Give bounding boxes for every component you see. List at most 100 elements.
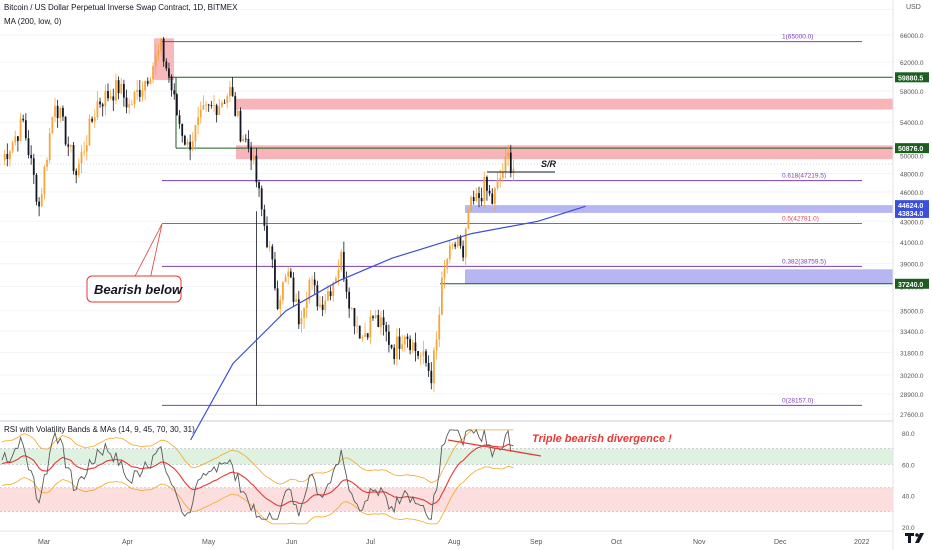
candle-body <box>279 300 282 309</box>
candle-body <box>276 288 279 309</box>
candle-body <box>194 124 197 142</box>
price-tick-label: 39000.0 <box>900 262 924 269</box>
candle-body <box>213 105 215 107</box>
time-tick-label: Jun <box>286 539 297 546</box>
candle-body <box>117 80 120 94</box>
candle-body <box>406 336 409 340</box>
candle-body <box>252 155 255 161</box>
candle-body <box>255 155 258 183</box>
candle-body <box>350 308 353 309</box>
tradingview-logo-icon <box>905 533 924 543</box>
candle-body <box>319 304 321 307</box>
candle-body <box>162 38 165 62</box>
candle-body <box>364 333 366 337</box>
candle-body <box>409 339 411 351</box>
candle-body <box>467 210 470 229</box>
price-tick-label: 62000.0 <box>900 60 924 67</box>
candle-body <box>183 135 186 145</box>
candle-body <box>43 166 46 195</box>
candle-body <box>229 87 231 97</box>
candle-body <box>287 271 290 277</box>
candle-body <box>215 105 218 115</box>
candle-body <box>454 244 457 247</box>
candle-body <box>96 101 99 118</box>
main-grid <box>0 8 893 422</box>
chart-canvas: 1(65000.0) 0.618(47219.5) 0.5(42781.0) 0.38… <box>0 0 929 550</box>
candle-body <box>199 109 202 118</box>
candle-body <box>494 188 496 204</box>
candle-body <box>223 102 226 104</box>
candle-body <box>382 317 385 326</box>
candle-body <box>130 104 133 105</box>
candle-body <box>443 268 446 278</box>
time-tick-label: Apr <box>122 539 134 546</box>
rsi-tick-label: 80.0 <box>902 431 915 438</box>
price-tick-label: 31800.0 <box>900 350 924 357</box>
candle-body <box>353 308 356 327</box>
candle-body <box>234 95 237 116</box>
candle-body <box>414 342 417 352</box>
rsi-title: RSI with Volatility Bands & MAs (14, 9, … <box>4 425 195 434</box>
time-tick-label: Nov <box>693 539 706 546</box>
support-zone <box>465 205 893 213</box>
price-tick-label: 50000.0 <box>900 154 924 161</box>
candle-body <box>22 118 25 121</box>
candle-body <box>274 259 276 289</box>
candle-body <box>128 104 131 108</box>
candle-body <box>123 83 125 98</box>
candle-body <box>504 156 507 173</box>
candle-body <box>366 333 369 338</box>
candle-body <box>91 118 93 122</box>
candle-body <box>345 279 348 292</box>
candle-body <box>369 316 372 338</box>
price-tick-label: 46000.0 <box>900 190 924 197</box>
price-tick-label: 30200.0 <box>900 373 924 380</box>
candle-body <box>340 251 343 270</box>
price-tick-label: 43000.0 <box>900 219 924 226</box>
candle-body <box>260 188 263 210</box>
candle-body <box>157 50 160 56</box>
callout-pointer <box>130 223 163 285</box>
candle-body <box>125 97 128 108</box>
divergence-label: Triple bearish divergence ! <box>532 433 672 445</box>
price-tick-label: 54000.0 <box>900 120 924 127</box>
candle-body <box>324 300 327 310</box>
candle-body <box>263 209 266 226</box>
price-label-text: 43834.0 <box>898 211 923 218</box>
resistance-zone <box>236 98 893 110</box>
candle-body <box>6 154 9 160</box>
fib-label: 0.5(42781.0) <box>782 215 819 222</box>
candle-body <box>239 110 242 142</box>
candle-body <box>268 246 271 248</box>
candle-body <box>342 251 345 280</box>
candle-body <box>451 244 454 246</box>
chart-title: Bitcoin / US Dollar Perpetual Inverse Sw… <box>4 3 238 12</box>
time-tick-label: Mar <box>38 539 51 546</box>
candle-body <box>146 81 149 84</box>
candle-body <box>488 190 491 194</box>
time-axis: Mar Apr May Jun Jul Aug Sep Oct Nov Dec 2022 <box>0 530 893 546</box>
candle-body <box>27 138 30 155</box>
indicator-label: MA (200, low, 0) <box>4 17 62 26</box>
support-zone <box>465 269 893 284</box>
candle-body <box>168 68 170 77</box>
candle-body <box>470 197 472 211</box>
candle-body <box>390 344 393 348</box>
candle-body <box>303 308 305 319</box>
candle-body <box>80 151 83 164</box>
candle-body <box>38 201 40 207</box>
candle-body <box>491 193 494 204</box>
time-tick-label: Oct <box>611 539 622 546</box>
candle-body <box>115 80 117 101</box>
sr-label: S/R <box>541 159 557 169</box>
candle-body <box>411 342 414 351</box>
candle-body <box>480 197 483 202</box>
candle-body <box>435 339 438 351</box>
candle-body <box>107 90 109 99</box>
candle-body <box>393 347 396 359</box>
currency-label: USD <box>906 4 921 11</box>
candle-body <box>305 300 308 309</box>
candle-body <box>226 96 229 104</box>
price-label-text: 37240.0 <box>898 282 923 289</box>
candle-body <box>509 152 512 174</box>
